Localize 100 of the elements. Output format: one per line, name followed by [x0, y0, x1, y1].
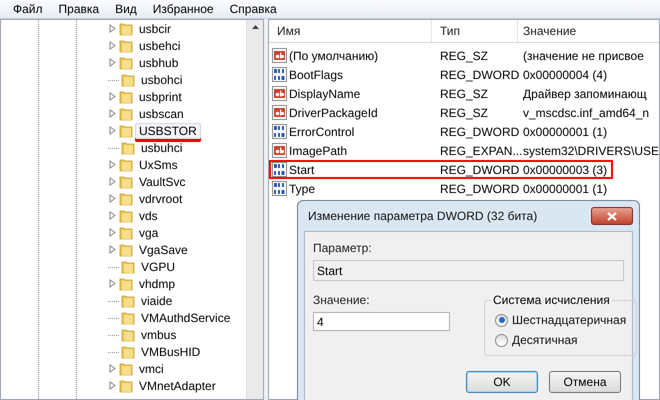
folder-icon	[121, 140, 135, 154]
tree-item[interactable]: VaultSvc	[135, 174, 190, 190]
scrollbar[interactable]	[246, 20, 263, 399]
menu-item[interactable]: Файл	[6, 1, 50, 17]
tree-item[interactable]: usbehci	[135, 38, 184, 54]
folder-icon	[119, 362, 133, 376]
tree-item[interactable]: vga	[135, 224, 162, 240]
value-data: 0x00000003 (3)	[522, 162, 608, 176]
menu-item[interactable]: Избранное	[146, 1, 221, 17]
value-row[interactable]: DisplayName REG_SZ Драйвер запоминающ	[269, 84, 653, 103]
value-row[interactable]: ErrorControl REG_DWORD 0x00000001 (1)	[269, 122, 614, 141]
expand-arrow-icon[interactable]	[108, 245, 117, 254]
value-type: REG_SZ	[439, 86, 490, 100]
binary-value-icon	[272, 67, 287, 82]
value-row[interactable]: BootFlags REG_DWORD 0x00000004 (4)	[269, 65, 614, 84]
tree-item[interactable]: vdrvroot	[135, 190, 186, 206]
tree-item[interactable]: usbhub	[135, 54, 182, 70]
value-name: DisplayName	[289, 86, 360, 100]
value-data: 0x00000001 (1)	[522, 182, 608, 196]
expand-arrow-icon[interactable]	[108, 160, 117, 169]
folder-icon	[119, 158, 133, 172]
scroll-up-icon[interactable]	[252, 25, 258, 29]
radio-option[interactable]: Шестнадцатеричная	[495, 313, 626, 327]
tree-item[interactable]: viaide	[137, 292, 176, 308]
expand-arrow-icon[interactable]	[108, 194, 117, 203]
column-header[interactable]: Имя	[269, 20, 432, 42]
value-type: REG_DWORD	[439, 68, 518, 82]
tree-item[interactable]: usbcir	[135, 20, 176, 36]
value-type: REG_DWORD	[439, 162, 518, 176]
expand-arrow-icon[interactable]	[108, 126, 117, 135]
value-row[interactable]: ImagePath REG_EXPAN...system32\DRIVERS\USE	[269, 141, 659, 160]
dialog-button[interactable]: OK	[466, 371, 538, 393]
folder-icon	[119, 56, 133, 70]
expand-arrow-icon[interactable]	[108, 211, 117, 220]
menu-item[interactable]: Правка	[52, 1, 106, 17]
value-row[interactable]: (По умолчанию) REG_SZ (значение не присвое	[269, 46, 650, 65]
tree-item[interactable]: usbuhci	[137, 140, 186, 156]
tree-item[interactable]: VgaSave	[135, 242, 192, 258]
tree-item[interactable]: usbscan	[135, 106, 188, 122]
folder-icon	[119, 124, 133, 138]
radio-option[interactable]: Десятичная	[495, 333, 626, 347]
expand-arrow-icon[interactable]	[108, 92, 117, 101]
close-button[interactable]	[591, 207, 633, 225]
expand-arrow-icon[interactable]	[108, 24, 117, 33]
value-name: Type	[289, 182, 316, 196]
expand-arrow-icon[interactable]	[108, 41, 117, 50]
folder-icon	[119, 22, 133, 36]
tree-item[interactable]: usbohci	[137, 72, 186, 88]
group-title: Система исчисления	[491, 293, 612, 307]
folder-icon	[119, 174, 133, 188]
folder-icon	[121, 344, 135, 358]
folder-icon	[119, 106, 133, 120]
value-name: (По умолчанию)	[289, 48, 378, 62]
dialog-title: Изменение параметра DWORD (32 бита)	[308, 209, 538, 223]
value-input[interactable]: 4	[313, 312, 450, 331]
folder-icon	[119, 276, 133, 290]
value-data: 0x00000001 (1)	[522, 124, 608, 138]
value-data: v_mscdsc.inf_amd64_n	[522, 106, 650, 120]
tree-item[interactable]: vmbus	[137, 326, 180, 342]
value-type: REG_DWORD	[439, 182, 518, 196]
expand-arrow-icon[interactable]	[108, 279, 117, 288]
binary-value-icon	[272, 181, 287, 196]
tree-item[interactable]: usbprint	[135, 88, 186, 104]
tree-item[interactable]: vhdmp	[135, 276, 180, 292]
tree-item[interactable]: VGPU	[137, 258, 180, 274]
value-data: 0x00000004 (4)	[522, 68, 608, 82]
expand-arrow-icon[interactable]	[108, 109, 117, 118]
string-value-icon	[272, 105, 287, 120]
folder-icon	[119, 208, 133, 222]
column-header[interactable]: Тип	[432, 20, 518, 42]
folder-icon	[119, 242, 133, 256]
tree-item[interactable]: vds	[135, 208, 162, 224]
menu-item[interactable]: Вид	[108, 1, 144, 17]
folder-icon	[119, 38, 133, 52]
column-header[interactable]: Значение	[518, 20, 659, 42]
expand-arrow-icon[interactable]	[108, 228, 117, 237]
folder-icon	[121, 72, 135, 86]
tree-item[interactable]: VMBusHID	[137, 344, 204, 360]
dialog-button[interactable]: Отмена	[549, 371, 621, 393]
expand-arrow-icon[interactable]	[108, 177, 117, 186]
field-label: Параметр:	[313, 241, 373, 255]
menu-item[interactable]: Справка	[222, 1, 284, 17]
expand-arrow-icon[interactable]	[108, 58, 117, 67]
value-name: ImagePath	[289, 144, 348, 158]
expand-arrow-icon[interactable]	[108, 381, 117, 390]
value-row[interactable]: Type REG_DWORD 0x00000001 (1)	[269, 179, 614, 198]
tree-item[interactable]: VMnetAdapter	[135, 378, 220, 394]
parameter-field[interactable]: Start	[313, 260, 624, 281]
value-name: BootFlags	[289, 68, 344, 82]
expand-arrow-icon[interactable]	[108, 364, 117, 373]
folder-icon	[119, 90, 133, 104]
tree-item[interactable]: vmci	[135, 360, 168, 376]
value-name: Start	[289, 162, 314, 176]
folder-icon	[121, 260, 135, 274]
tree-item[interactable]: UxSms	[135, 156, 182, 172]
binary-value-icon	[272, 162, 287, 177]
value-row[interactable]: Start REG_DWORD 0x00000003 (3)	[269, 160, 614, 179]
value-row[interactable]: DriverPackageId REG_SZ v_mscdsc.inf_amd64_n	[269, 103, 656, 122]
tree-item[interactable]: VMAuthdService	[137, 310, 234, 326]
folder-icon	[121, 294, 135, 308]
